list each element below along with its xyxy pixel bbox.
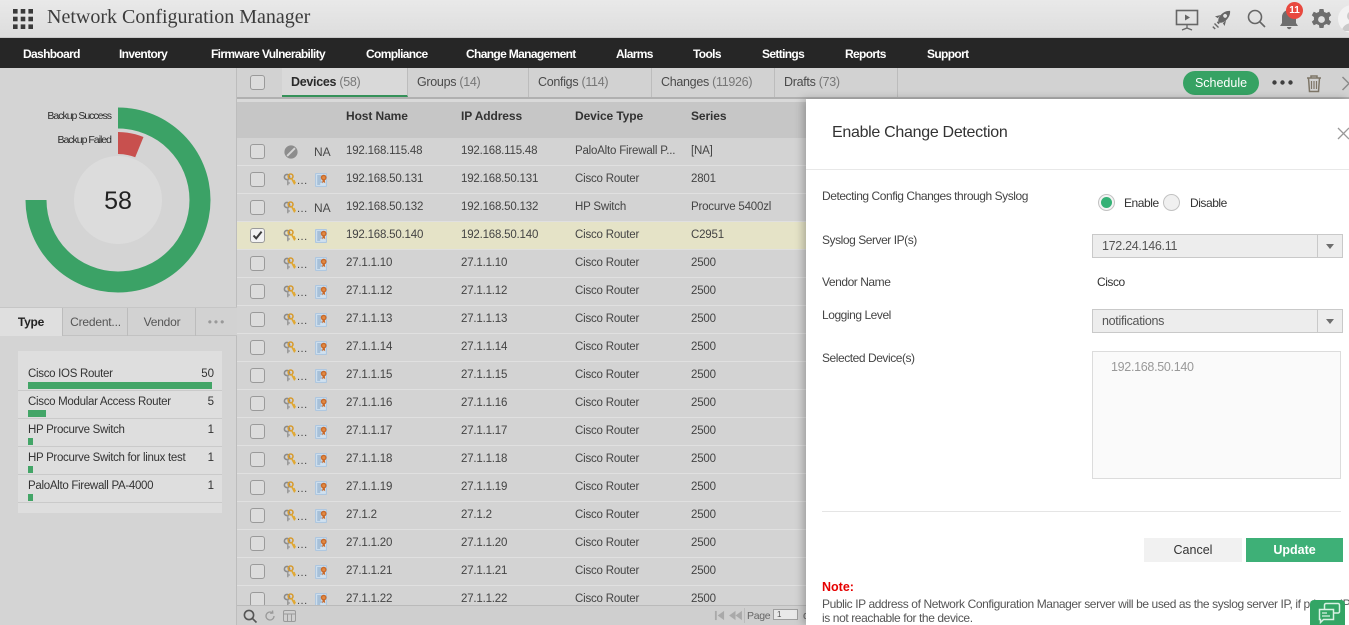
svg-text:58: 58 bbox=[104, 187, 132, 215]
